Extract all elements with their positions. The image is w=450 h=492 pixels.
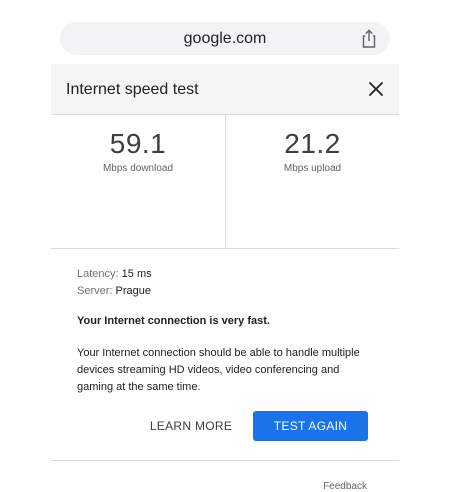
server-row: Server: Prague bbox=[77, 283, 377, 300]
connection-details: Latency: 15 ms Server: Prague bbox=[77, 266, 377, 300]
card-title: Internet speed test bbox=[66, 81, 199, 98]
speed-verdict: Your Internet connection is very fast. bbox=[77, 315, 270, 327]
download-label: Mbps download bbox=[102, 163, 174, 174]
latency-row: Latency: 15 ms bbox=[77, 266, 377, 283]
test-again-button[interactable]: TEST AGAIN bbox=[253, 411, 368, 441]
url-text[interactable]: google.com bbox=[60, 22, 390, 55]
speed-test-card: Internet speed test 59.1 Mbps download 2… bbox=[51, 64, 399, 492]
server-label: Server: bbox=[77, 285, 113, 297]
close-icon[interactable] bbox=[367, 80, 385, 98]
upload-value: 21.2 bbox=[284, 128, 341, 159]
upload-label: Mbps upload bbox=[283, 163, 342, 174]
upload-metric: 21.2 Mbps upload bbox=[225, 115, 399, 249]
download-metric: 59.1 Mbps download bbox=[51, 115, 225, 249]
card-header: Internet speed test bbox=[51, 64, 399, 115]
latency-label: Latency: bbox=[77, 268, 119, 280]
learn-more-button[interactable]: LEARN MORE bbox=[143, 411, 239, 441]
page: google.com Internet speed test 59.1 Mbps… bbox=[0, 0, 450, 492]
speed-metrics: 59.1 Mbps download 21.2 Mbps upload bbox=[51, 115, 399, 249]
download-value: 59.1 bbox=[109, 128, 167, 159]
address-bar[interactable]: google.com bbox=[60, 22, 390, 55]
divider bbox=[51, 460, 399, 461]
feedback-link[interactable]: Feedback bbox=[323, 481, 367, 492]
server-value: Prague bbox=[115, 285, 152, 297]
latency-value: 15 ms bbox=[121, 268, 152, 280]
share-icon[interactable] bbox=[360, 29, 378, 48]
speed-description: Your Internet connection should be able … bbox=[77, 347, 360, 393]
